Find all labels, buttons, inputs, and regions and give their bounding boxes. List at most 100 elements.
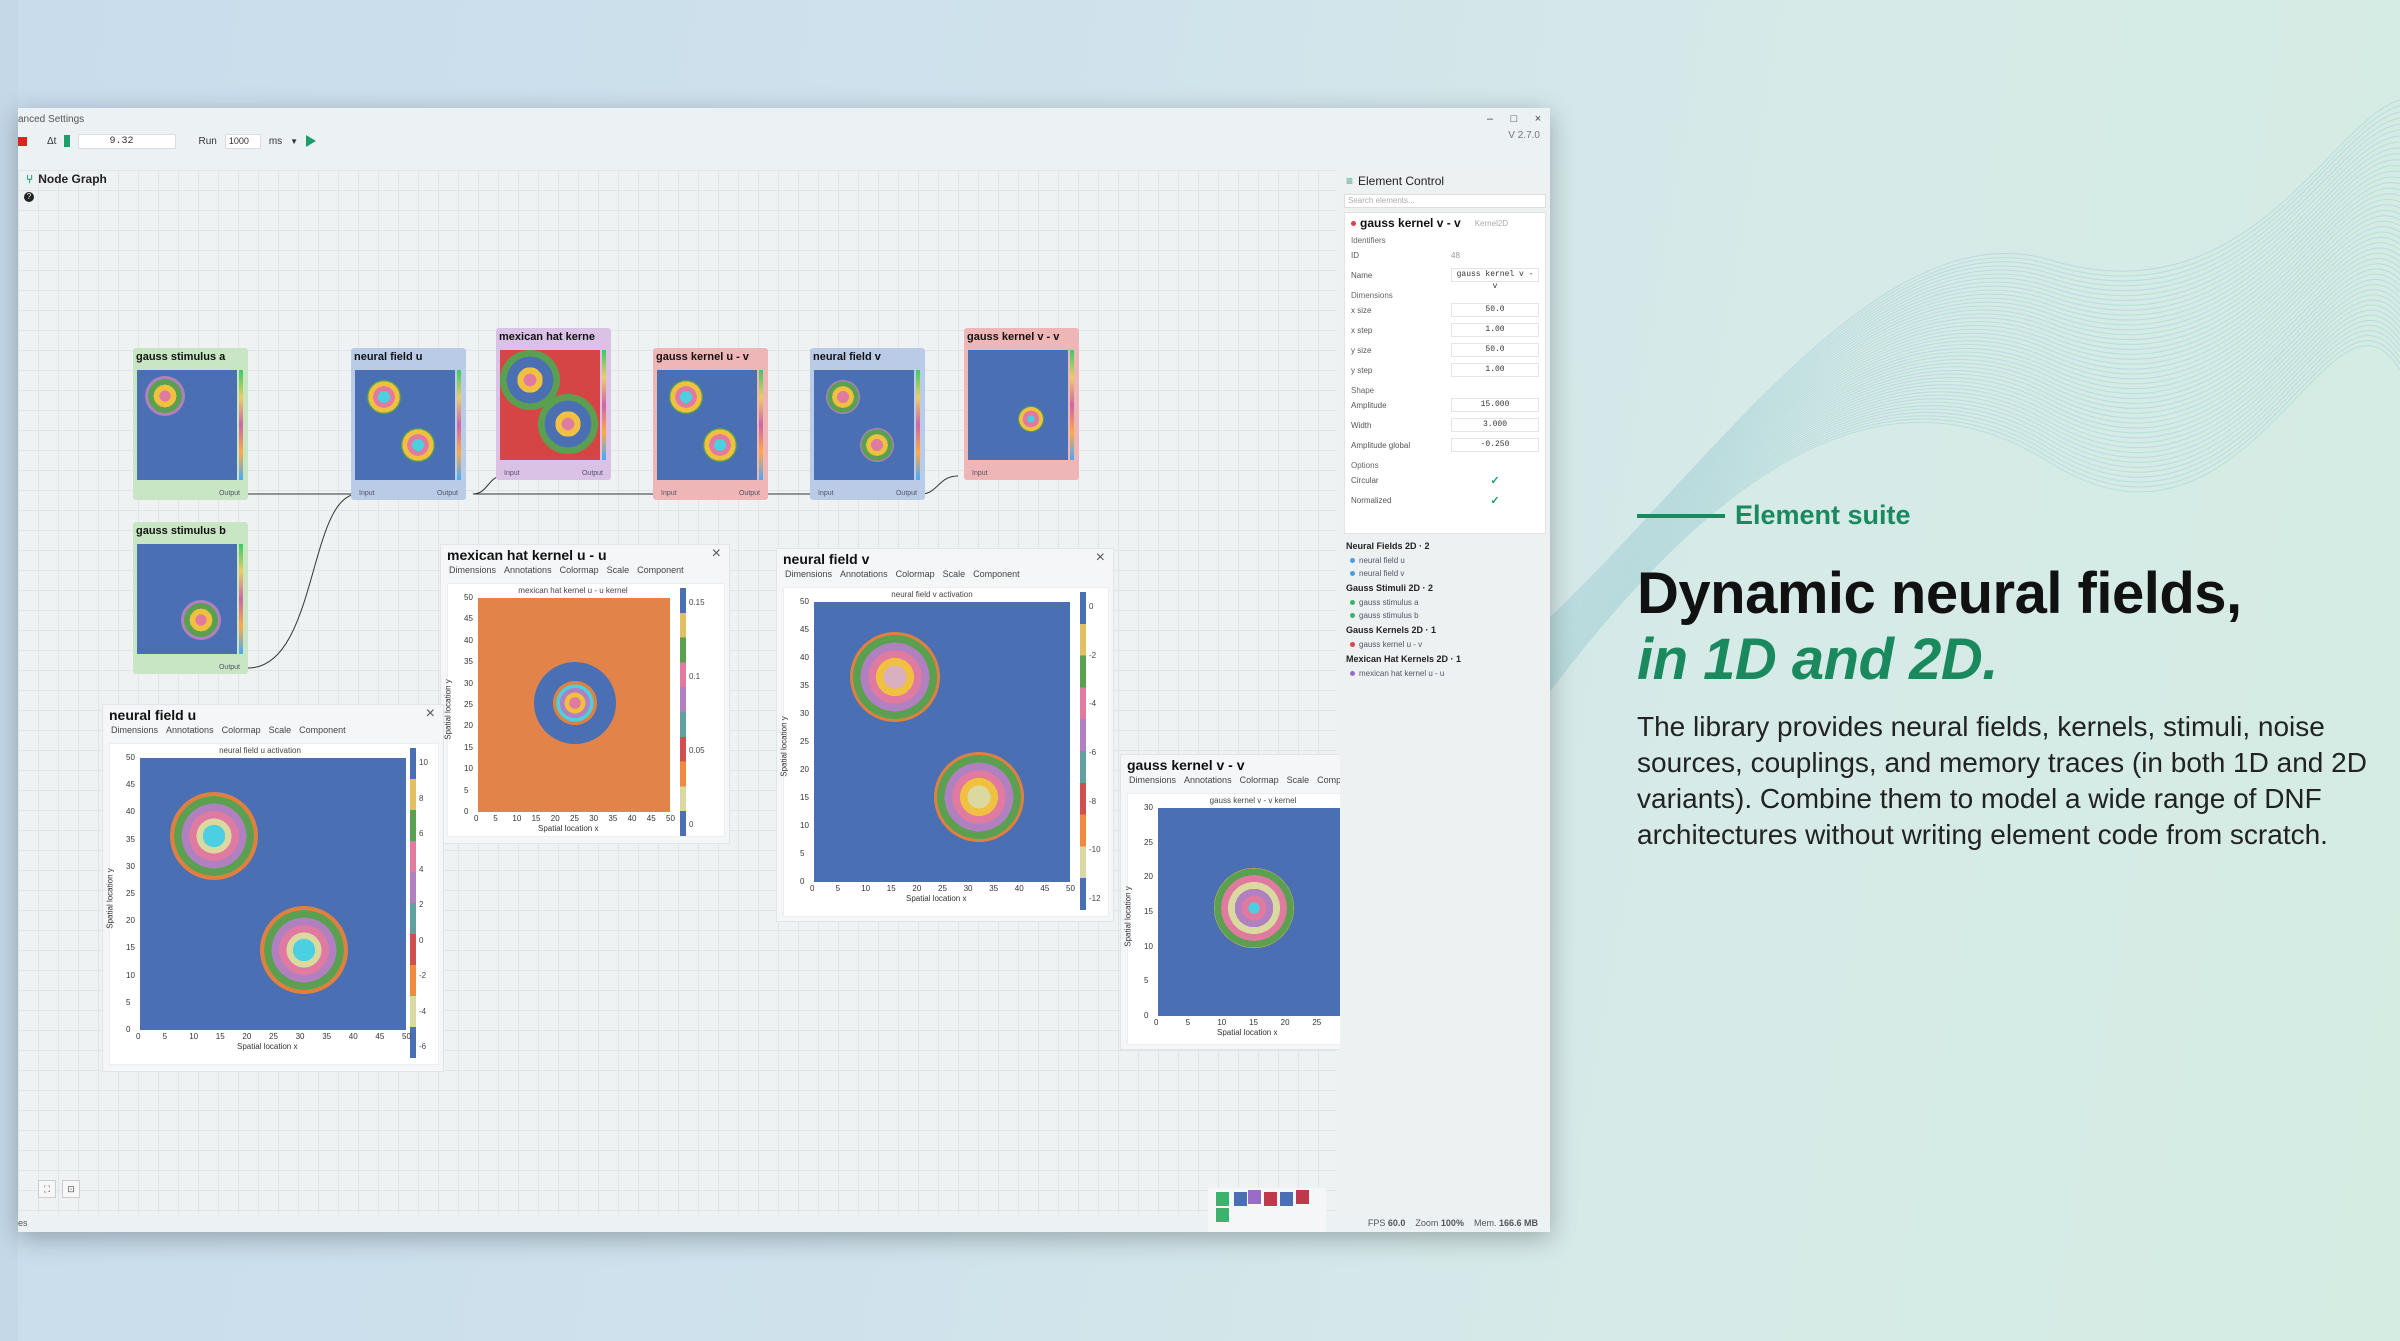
x-tick-label: 50	[1066, 884, 1075, 893]
input-port[interactable]: Input	[504, 470, 520, 477]
panel-title: neural field v	[783, 551, 870, 567]
node-neural-field-v[interactable]: neural field v Input Output	[810, 348, 925, 500]
maximize-button[interactable]: □	[1502, 113, 1526, 125]
list-item[interactable]: neural field u	[1340, 554, 1550, 567]
tab-annotations[interactable]: Annotations	[166, 725, 214, 735]
plot-title: neural field v activation	[891, 590, 973, 599]
x-tick-label: 0	[136, 1032, 141, 1041]
tab-component[interactable]: Component	[973, 569, 1020, 579]
tab-colormap[interactable]: Colormap	[560, 565, 599, 575]
y-tick-label: 5	[1144, 976, 1149, 986]
tab-colormap[interactable]: Colormap	[222, 725, 261, 735]
node-mexican-hat-kernel[interactable]: mexican hat kerne Input Output	[496, 328, 611, 480]
input-port[interactable]: Input	[818, 490, 834, 497]
colorbar-tick-label: 2	[419, 900, 424, 909]
node-title: neural field u	[354, 351, 423, 363]
zoom-label: Zoom	[1415, 1218, 1439, 1228]
colorbar-tick-label: -12	[1089, 894, 1101, 903]
center-view-button[interactable]: ⊡	[62, 1180, 80, 1198]
width-field[interactable]: 3.000	[1451, 418, 1539, 432]
y-tick-label: 45	[464, 614, 473, 624]
node-gauss-stimulus-b[interactable]: gauss stimulus b Output	[133, 522, 248, 674]
group-title: Gauss Kernels 2D · 1	[1346, 625, 1437, 635]
tab-scale[interactable]: Scale	[1287, 775, 1310, 785]
tab-annotations[interactable]: Annotations	[840, 569, 888, 579]
heatmap	[140, 758, 406, 1030]
output-port[interactable]: Output	[582, 470, 603, 477]
dt-slider-handle[interactable]	[64, 135, 71, 147]
node-gauss-kernel-v-v[interactable]: gauss kernel v - v Input	[964, 328, 1079, 480]
x-tick-label: 25	[1312, 1018, 1322, 1027]
node-gauss-stimulus-a[interactable]: gauss stimulus a Output	[133, 348, 248, 500]
y-tick-label: 25	[1144, 837, 1153, 847]
y-axis-label: Spatial location y	[105, 868, 115, 929]
name-field[interactable]: gauss kernel v - v	[1451, 268, 1539, 291]
list-item[interactable]: mexican hat kernel u - u	[1340, 667, 1550, 680]
x-tick-label: 15	[1249, 1018, 1258, 1027]
close-icon[interactable]: ×	[426, 705, 435, 723]
tab-annotations[interactable]: Annotations	[504, 565, 552, 575]
element-search-input[interactable]: Search elements...	[1344, 194, 1546, 208]
x-tick-label: 15	[215, 1032, 225, 1041]
minimize-button[interactable]: –	[1478, 113, 1502, 125]
output-port[interactable]: Output	[219, 664, 240, 671]
output-port[interactable]: Output	[896, 490, 917, 497]
y-size-field[interactable]: 50.0	[1451, 343, 1539, 357]
amplitude-field[interactable]: 15.000	[1451, 398, 1539, 412]
colorbar-tick-label: 0	[689, 820, 694, 829]
tab-component[interactable]: Component	[299, 725, 346, 735]
tab-dimensions[interactable]: Dimensions	[785, 569, 832, 579]
heatmap-plot: neural field v activation 0 5 10 15 20 25 30 35…	[780, 587, 1109, 917]
play-icon[interactable]	[306, 135, 317, 147]
x-size-field[interactable]: 50.0	[1451, 303, 1539, 317]
chevron-down-icon[interactable]: ▼	[290, 137, 298, 146]
id-label: ID	[1351, 250, 1359, 260]
input-port[interactable]: Input	[972, 470, 988, 477]
amplitude-global-field[interactable]: -0.250	[1451, 438, 1539, 452]
output-port[interactable]: Output	[739, 490, 760, 497]
plot-panel-mexican-hat[interactable]: mexican hat kernel u - u × Dimensions An…	[440, 544, 730, 844]
colorbar-tick-label: 6	[419, 829, 424, 838]
tab-dimensions[interactable]: Dimensions	[111, 725, 158, 735]
plot-panel-field-v[interactable]: neural field v × Dimensions Annotations …	[776, 548, 1114, 922]
tab-scale[interactable]: Scale	[943, 569, 966, 579]
run-unit-select[interactable]: ms	[269, 136, 282, 147]
tab-scale[interactable]: Scale	[269, 725, 292, 735]
tab-colormap[interactable]: Colormap	[1240, 775, 1279, 785]
tab-component[interactable]: Component	[637, 565, 684, 575]
list-item[interactable]: neural field v	[1340, 567, 1550, 580]
close-icon[interactable]: ×	[712, 545, 721, 563]
node-title: gauss stimulus b	[136, 525, 226, 537]
tab-scale[interactable]: Scale	[607, 565, 630, 575]
list-item[interactable]: gauss kernel u - v	[1340, 638, 1550, 651]
row-x-size: x size 50.0	[1351, 300, 1539, 320]
list-item[interactable]: gauss stimulus a	[1340, 596, 1550, 609]
output-port[interactable]: Output	[437, 490, 458, 497]
dt-input[interactable]: 9.32	[78, 133, 177, 149]
tab-dimensions[interactable]: Dimensions	[1129, 775, 1176, 785]
normalized-checkbox[interactable]: ✓	[1451, 494, 1539, 507]
node-neural-field-u[interactable]: neural field u Input Output	[351, 348, 466, 500]
y-tick-label: 30	[464, 678, 473, 688]
wire	[920, 475, 959, 495]
plot-panel-field-u[interactable]: neural field u × Dimensions Annotations …	[102, 704, 444, 1072]
input-port[interactable]: Input	[359, 490, 375, 497]
x-step-field[interactable]: 1.00	[1451, 323, 1539, 337]
node-graph-canvas[interactable]: ⑂ Node Graph ? gauss stimulus a Output g…	[18, 170, 1410, 1232]
input-port[interactable]: Input	[661, 490, 677, 497]
run-duration-input[interactable]: 1000	[224, 133, 261, 149]
fit-view-button[interactable]: ⛶	[38, 1180, 56, 1198]
close-button[interactable]: ×	[1526, 113, 1550, 125]
list-item[interactable]: gauss stimulus b	[1340, 609, 1550, 622]
node-gauss-kernel-u-v[interactable]: gauss kernel u - v Input Output	[653, 348, 768, 500]
y-step-field[interactable]: 1.00	[1451, 363, 1539, 377]
stop-icon[interactable]	[18, 136, 27, 146]
tab-colormap[interactable]: Colormap	[896, 569, 935, 579]
tab-annotations[interactable]: Annotations	[1184, 775, 1232, 785]
element-color-dot	[1351, 220, 1356, 226]
x-tick-label: 25	[938, 884, 947, 893]
output-port[interactable]: Output	[219, 490, 240, 497]
circular-checkbox[interactable]: ✓	[1451, 474, 1539, 487]
tab-dimensions[interactable]: Dimensions	[449, 565, 496, 575]
close-icon[interactable]: ×	[1096, 549, 1105, 567]
